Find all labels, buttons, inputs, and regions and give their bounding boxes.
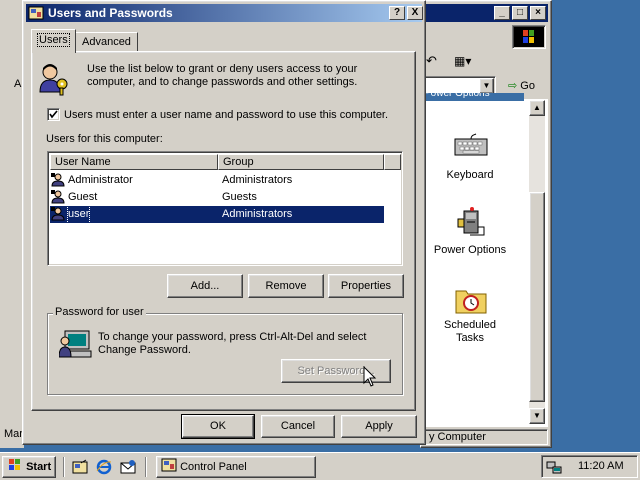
require-login-label[interactable]: Users must enter a user name and passwor…	[64, 109, 388, 121]
windows-flag-icon	[9, 459, 20, 470]
user-group: Guests	[222, 191, 257, 203]
keyboard-label[interactable]: Keyboard	[420, 169, 520, 181]
tab-advanced[interactable]: Advanced	[75, 32, 138, 52]
help-button[interactable]: ?	[389, 6, 405, 20]
clock[interactable]: 11:20 AM	[578, 460, 624, 472]
user-icon	[51, 207, 65, 221]
users-keys-icon	[38, 62, 72, 96]
user-name: Administrator	[68, 174, 133, 186]
intro-text: Use the list below to grant or deny user…	[87, 63, 358, 88]
network-icon[interactable]	[546, 459, 562, 475]
start-button[interactable]: Start	[2, 456, 56, 478]
internet-explorer-icon[interactable]	[96, 459, 112, 475]
remove-button[interactable]: Remove	[248, 274, 324, 298]
user-name: Guest	[68, 191, 98, 203]
outlook-express-icon[interactable]	[120, 459, 136, 475]
control-panel-toolbar	[424, 23, 548, 51]
user-name: user	[66, 205, 91, 224]
user-icon	[51, 190, 65, 204]
users-and-passwords-dialog: Users and Passwords ? X Users Advanced U…	[22, 0, 426, 445]
system-tray: 11:20 AM	[541, 455, 638, 478]
properties-button[interactable]: Properties	[328, 274, 404, 298]
control-panel-icon	[161, 458, 177, 472]
add-button[interactable]: Add...	[167, 274, 243, 298]
control-panel-toolbar-2: ↶ ▦▾	[424, 51, 548, 73]
password-text: To change your password, press Ctrl-Alt-…	[98, 331, 367, 356]
taskbar-separator	[145, 457, 147, 477]
column-header-empty[interactable]	[384, 154, 401, 170]
background-window-left: A Mar	[0, 0, 24, 448]
cancel-button[interactable]: Cancel	[261, 415, 335, 438]
password-group-label: Password for user	[53, 306, 146, 318]
tab-advanced-label: Advanced	[82, 36, 131, 48]
require-login-checkbox[interactable]	[47, 108, 60, 121]
scroll-up-button[interactable]: ▲	[529, 100, 545, 116]
table-row[interactable]: Guest Guests	[50, 189, 384, 206]
apply-button[interactable]: Apply	[341, 415, 417, 438]
tab-users-label: Users	[37, 33, 70, 47]
status-text: y Computer	[429, 431, 486, 443]
taskbar-task-label: Control Panel	[180, 461, 247, 473]
scheduled-tasks-label-1[interactable]: Scheduled	[420, 319, 520, 331]
users-label: Users for this computer:	[46, 133, 163, 145]
mouse-cursor-icon	[363, 366, 377, 387]
user-group: Administrators	[222, 174, 293, 186]
scheduled-tasks-icon[interactable]	[454, 285, 488, 315]
tab-users[interactable]: Users	[31, 29, 76, 53]
minimize-button[interactable]: _	[494, 6, 510, 20]
scroll-down-button[interactable]: ▼	[529, 408, 545, 424]
column-header-group[interactable]: Group	[218, 154, 384, 170]
start-label: Start	[26, 461, 52, 473]
show-desktop-icon[interactable]	[72, 459, 88, 475]
maximize-button[interactable]: □	[512, 6, 528, 20]
ok-button[interactable]: OK	[181, 414, 255, 439]
users-list[interactable]: User Name Group Administrator Administra…	[47, 151, 403, 266]
table-row[interactable]: Administrator Administrators	[50, 172, 384, 189]
go-arrow-icon: ⇨	[508, 80, 518, 92]
views-icon[interactable]: ▦▾	[454, 54, 471, 68]
dialog-app-icon	[28, 5, 44, 21]
power-options-label[interactable]: Power Options	[420, 244, 520, 256]
close-button[interactable]: X	[407, 6, 423, 20]
computer-user-icon	[58, 327, 93, 361]
scroll-thumb[interactable]	[529, 192, 545, 402]
dialog-title-bar[interactable]: Users and Passwords ? X	[26, 4, 423, 22]
power-options-icon[interactable]	[456, 207, 488, 239]
user-icon	[51, 173, 65, 187]
close-button[interactable]: ×	[530, 6, 546, 20]
vertical-scrollbar[interactable]: ▲ ▼	[529, 100, 545, 424]
control-panel-title-bar[interactable]: _ □ ×	[424, 4, 548, 22]
windows-logo-icon	[512, 25, 546, 49]
user-group: Administrators	[222, 208, 293, 220]
quick-launch-separator	[63, 457, 65, 477]
left-window-fragment-a: A	[14, 78, 22, 90]
column-header-user-name[interactable]: User Name	[50, 154, 218, 170]
keyboard-icon[interactable]	[454, 133, 488, 157]
back-arrow-icon[interactable]: ↶	[426, 53, 437, 69]
taskbar-control-panel-button[interactable]: Control Panel	[156, 456, 316, 478]
scheduled-tasks-label-2[interactable]: Tasks	[420, 332, 520, 344]
go-label: Go	[520, 80, 535, 92]
left-window-status: Mar	[4, 428, 23, 440]
dialog-title: Users and Passwords	[48, 6, 173, 20]
address-dropdown-button[interactable]: ▼	[479, 78, 494, 94]
partial-header: Power Options	[424, 93, 524, 101]
table-row[interactable]: user Administrators	[50, 205, 384, 224]
status-bar: y Computer	[424, 429, 548, 445]
